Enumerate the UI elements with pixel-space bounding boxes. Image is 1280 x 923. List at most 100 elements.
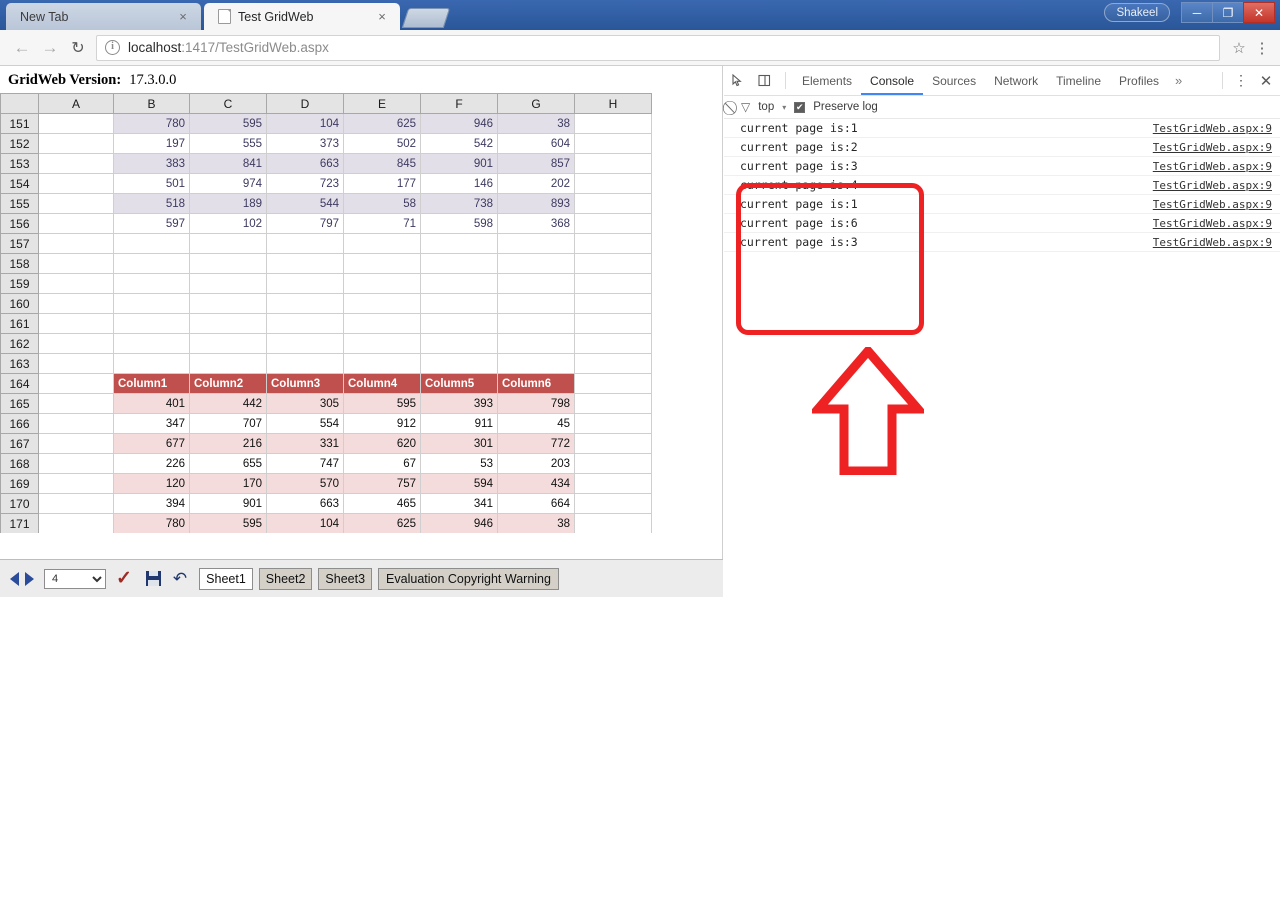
chevron-down-icon[interactable]: ▾ — [782, 103, 786, 112]
row-header-164[interactable]: 164 — [0, 373, 39, 394]
cell-H151[interactable] — [574, 113, 652, 134]
cell-E156[interactable]: 71 — [343, 213, 421, 234]
cell-G161[interactable] — [497, 313, 575, 334]
address-bar[interactable]: i localhost:1417/TestGridWeb.aspx — [96, 34, 1220, 61]
cell-G159[interactable] — [497, 273, 575, 294]
column-header-b[interactable]: B — [113, 93, 190, 114]
cell-C160[interactable] — [189, 293, 267, 314]
cell-C164[interactable]: Column2 — [189, 373, 267, 394]
execution-context-label[interactable]: top — [758, 101, 774, 113]
row-header-162[interactable]: 162 — [0, 333, 39, 354]
cell-H161[interactable] — [574, 313, 652, 334]
cell-C155[interactable]: 189 — [189, 193, 267, 214]
cell-A168[interactable] — [38, 453, 114, 474]
cell-A158[interactable] — [38, 253, 114, 274]
console-source-link[interactable]: TestGridWeb.aspx:9 — [1153, 122, 1280, 135]
profile-name-button[interactable]: Shakeel — [1104, 3, 1170, 22]
cell-F160[interactable] — [420, 293, 498, 314]
cell-G169[interactable]: 434 — [497, 473, 575, 494]
cell-B157[interactable] — [113, 233, 190, 254]
console-source-link[interactable]: TestGridWeb.aspx:9 — [1153, 198, 1280, 211]
cell-H170[interactable] — [574, 493, 652, 514]
cell-E169[interactable]: 757 — [343, 473, 421, 494]
cell-A157[interactable] — [38, 233, 114, 254]
preserve-log-checkbox[interactable]: ✔ — [794, 101, 806, 113]
cell-B154[interactable]: 501 — [113, 173, 190, 194]
row-header-169[interactable]: 169 — [0, 473, 39, 494]
devtools-tab-profiles[interactable]: Profiles — [1110, 66, 1168, 95]
cell-G164[interactable]: Column6 — [497, 373, 575, 394]
cell-D170[interactable]: 663 — [266, 493, 344, 514]
cell-D153[interactable]: 663 — [266, 153, 344, 174]
cell-A162[interactable] — [38, 333, 114, 354]
cell-A152[interactable] — [38, 133, 114, 154]
cell-A166[interactable] — [38, 413, 114, 434]
cell-H159[interactable] — [574, 273, 652, 294]
bookmark-star-icon[interactable]: ☆ — [1226, 39, 1252, 57]
row-header-167[interactable]: 167 — [0, 433, 39, 454]
cell-F169[interactable]: 594 — [420, 473, 498, 494]
cell-F164[interactable]: Column5 — [420, 373, 498, 394]
cell-F154[interactable]: 146 — [420, 173, 498, 194]
cell-F158[interactable] — [420, 253, 498, 274]
cell-E152[interactable]: 502 — [343, 133, 421, 154]
cell-F157[interactable] — [420, 233, 498, 254]
column-header-g[interactable]: G — [497, 93, 575, 114]
cell-G151[interactable]: 38 — [497, 113, 575, 134]
cell-D171[interactable]: 104 — [266, 513, 344, 533]
sheet-tab-sheet1[interactable]: Sheet1 — [199, 567, 253, 590]
corner-cell[interactable] — [0, 93, 39, 114]
console-message-list[interactable]: current page is:1 TestGridWeb.aspx:9 curre… — [724, 119, 1280, 252]
cell-C151[interactable]: 595 — [189, 113, 267, 134]
cell-H167[interactable] — [574, 433, 652, 454]
cell-A159[interactable] — [38, 273, 114, 294]
cell-C158[interactable] — [189, 253, 267, 274]
cell-D168[interactable]: 747 — [266, 453, 344, 474]
site-info-icon[interactable]: i — [105, 40, 120, 55]
row-header-153[interactable]: 153 — [0, 153, 39, 174]
cell-E155[interactable]: 58 — [343, 193, 421, 214]
spreadsheet-viewport[interactable]: ABCDEFGH 151 780 595 104 625 946 38 152 197 555 37… — [0, 93, 722, 533]
row-header-161[interactable]: 161 — [0, 313, 39, 334]
cell-D164[interactable]: Column3 — [266, 373, 344, 394]
cell-E153[interactable]: 845 — [343, 153, 421, 174]
cell-F163[interactable] — [420, 353, 498, 374]
row-header-168[interactable]: 168 — [0, 453, 39, 474]
row-header-166[interactable]: 166 — [0, 413, 39, 434]
cell-F153[interactable]: 901 — [420, 153, 498, 174]
cell-E158[interactable] — [343, 253, 421, 274]
cell-A153[interactable] — [38, 153, 114, 174]
cell-D162[interactable] — [266, 333, 344, 354]
cell-H154[interactable] — [574, 173, 652, 194]
next-page-arrow-icon[interactable] — [25, 571, 34, 586]
cell-G167[interactable]: 772 — [497, 433, 575, 454]
cell-A156[interactable] — [38, 213, 114, 234]
cell-A151[interactable] — [38, 113, 114, 134]
row-header-165[interactable]: 165 — [0, 393, 39, 414]
devtools-tab-network[interactable]: Network — [985, 66, 1047, 95]
new-tab-button[interactable] — [401, 8, 451, 28]
cell-B159[interactable] — [113, 273, 190, 294]
cell-H168[interactable] — [574, 453, 652, 474]
filter-icon[interactable]: ▽ — [741, 100, 750, 114]
cell-G157[interactable] — [497, 233, 575, 254]
cell-E161[interactable] — [343, 313, 421, 334]
cell-C162[interactable] — [189, 333, 267, 354]
cell-E166[interactable]: 912 — [343, 413, 421, 434]
cell-D163[interactable] — [266, 353, 344, 374]
cell-B162[interactable] — [113, 333, 190, 354]
maximize-icon[interactable]: ❐ — [1212, 2, 1244, 23]
previous-page-arrow-icon[interactable] — [10, 571, 19, 586]
cell-D154[interactable]: 723 — [266, 173, 344, 194]
cell-D152[interactable]: 373 — [266, 133, 344, 154]
cell-G153[interactable]: 857 — [497, 153, 575, 174]
cell-H166[interactable] — [574, 413, 652, 434]
cell-F152[interactable]: 542 — [420, 133, 498, 154]
close-icon[interactable]: × — [374, 9, 390, 25]
console-source-link[interactable]: TestGridWeb.aspx:9 — [1153, 160, 1280, 173]
cell-F159[interactable] — [420, 273, 498, 294]
cell-H153[interactable] — [574, 153, 652, 174]
evaluation-warning-tab[interactable]: Evaluation Copyright Warning — [378, 567, 559, 590]
cell-D157[interactable] — [266, 233, 344, 254]
forward-icon[interactable]: → — [36, 34, 64, 62]
